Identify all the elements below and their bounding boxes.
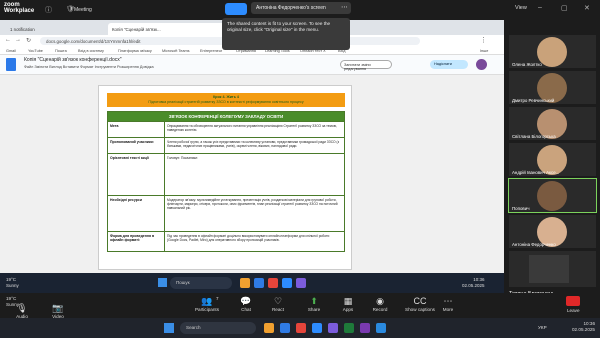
table-row: Необхідні ресурси Модератор зв'язку: мул… bbox=[108, 195, 344, 231]
windows-icon[interactable] bbox=[158, 278, 167, 287]
participant-tile-speaking[interactable]: Попович bbox=[508, 178, 597, 213]
telegram-icon[interactable] bbox=[376, 323, 386, 333]
taskbar-search-input[interactable]: Search bbox=[180, 322, 256, 334]
doc-page: Крок 4. Жить 4 Підготовка реалізації стр… bbox=[98, 85, 352, 270]
reload-icon[interactable]: ↻ bbox=[26, 37, 31, 44]
file-explorer-icon[interactable] bbox=[264, 323, 274, 333]
table-row: Пропонований учасники: Члени робочої гру… bbox=[108, 137, 344, 153]
bookmark-item[interactable]: Gmail bbox=[6, 49, 16, 53]
doc-menu[interactable]: Файл Змінити Вигляд Вставити Формат Інст… bbox=[24, 65, 154, 69]
forward-icon[interactable]: → bbox=[15, 37, 21, 43]
edge-icon[interactable] bbox=[254, 278, 264, 288]
tab-doc[interactable]: Копія "Сценарій зв'язк... bbox=[108, 23, 226, 35]
excel-icon[interactable] bbox=[344, 323, 354, 333]
inner-clock: 10:36 02.05.2025 bbox=[462, 277, 485, 288]
share-banner[interactable]: Антоніна Федорченко's screen ⋯ bbox=[251, 2, 351, 14]
bookmark-item[interactable]: Entrepreneur bbox=[200, 49, 222, 53]
back-icon[interactable]: ← bbox=[5, 37, 11, 43]
more-icon: ⋯ bbox=[443, 296, 453, 306]
participants-button[interactable]: 👥 Participants bbox=[184, 295, 230, 312]
minimize-icon[interactable]: – bbox=[538, 4, 542, 11]
inner-search-input[interactable]: Пошук bbox=[170, 277, 232, 289]
inner-weather: 19°C Sunny bbox=[6, 277, 19, 288]
maximize-icon[interactable]: ▢ bbox=[561, 4, 568, 12]
inner-taskbar: 19°C Sunny Пошук 10:36 02.05.2025 bbox=[0, 273, 504, 293]
folder-icon[interactable] bbox=[240, 278, 250, 288]
participant-tile[interactable]: Світлана Білогорська bbox=[509, 107, 596, 140]
self-video-tile[interactable] bbox=[509, 251, 596, 287]
meeting-label[interactable]: Meeting bbox=[74, 7, 92, 13]
more-icon[interactable]: ⋯ bbox=[341, 3, 348, 11]
screen-share-icon[interactable] bbox=[225, 3, 247, 15]
teams-icon[interactable] bbox=[296, 278, 306, 288]
participant-name: Олена Жолтко bbox=[512, 62, 542, 67]
heart-icon: ♡ bbox=[273, 296, 283, 306]
bookmark-item[interactable]: Інше bbox=[480, 49, 488, 53]
zoom-top-bar: zoom Workplace ⓘ 🛡 Meeting Антоніна Федо… bbox=[0, 0, 600, 20]
zoom-app-icon[interactable] bbox=[312, 323, 322, 333]
participant-name: Світлана Білогорська bbox=[512, 134, 556, 139]
record-button[interactable]: ◉ Record bbox=[360, 295, 400, 312]
start-icon[interactable] bbox=[164, 323, 174, 333]
taskbar-clock[interactable]: 10:36 02.05.2025 bbox=[572, 321, 595, 333]
participant-name: Дмитро Ревчинський bbox=[512, 98, 555, 103]
participant-count: 7 bbox=[216, 296, 219, 301]
doc-share-button[interactable]: Надіслати bbox=[430, 60, 468, 69]
zoom-icon[interactable] bbox=[282, 278, 292, 288]
close-icon[interactable]: ✕ bbox=[584, 4, 590, 12]
teams-icon[interactable] bbox=[328, 323, 338, 333]
bookmark-item[interactable]: Платформа зв'язку bbox=[118, 49, 152, 53]
camera-icon: 📷 bbox=[52, 303, 64, 313]
self-video bbox=[529, 255, 569, 283]
docs-header: Копія "Сценарій зв'язок конференції.docx… bbox=[0, 55, 504, 75]
participant-name: Попович bbox=[512, 206, 530, 211]
participant-tile[interactable]: Андрій Іванович Аксе... bbox=[509, 143, 596, 176]
react-button[interactable]: ♡ React bbox=[258, 295, 298, 312]
avatar[interactable] bbox=[476, 59, 487, 70]
participant-video bbox=[537, 181, 567, 211]
table-header: ЗВ'ЯЗОК КОНФЕРЕНЦІЇ КОЛЕГІУМУ ЗАКЛАДУ ОС… bbox=[108, 112, 344, 121]
zoom-toolbar: 19°C Sunny 🎙 Audio 📷 Video 👥 Participant… bbox=[0, 293, 600, 319]
windows-taskbar: Search УКР 10:36 02.05.2025 bbox=[0, 318, 600, 338]
request-edit-button[interactable]: Запитати зміни редагування bbox=[340, 60, 392, 71]
doc-banner: Крок 4. Жить 4 Підготовка реалізації стр… bbox=[107, 93, 345, 107]
more-button[interactable]: ⋯ More bbox=[428, 295, 468, 312]
record-icon: ◉ bbox=[376, 296, 384, 306]
participant-tile[interactable]: Олена Жолтко bbox=[509, 35, 596, 68]
video-button[interactable]: 📷 Video bbox=[38, 302, 78, 319]
participant-tile[interactable]: Дмитро Ревчинський bbox=[509, 71, 596, 104]
microphone-icon: 🎙 bbox=[16, 303, 28, 313]
table-row: Орієнтовні тексті акції Головує: Показни… bbox=[108, 153, 344, 195]
bookmark-item[interactable]: Пошта bbox=[55, 49, 67, 53]
participant-gallery: Олена Жолтко Дмитро Ревчинський Світлана… bbox=[505, 20, 600, 297]
view-label[interactable]: View bbox=[515, 5, 527, 11]
leave-button[interactable]: Leave bbox=[567, 308, 580, 313]
zoom-window: zoom Workplace ⓘ 🛡 Meeting Антоніна Федо… bbox=[0, 0, 600, 338]
people-icon: 👥 bbox=[201, 296, 213, 306]
participant-name: Антоніна Федорченко bbox=[512, 242, 556, 247]
fit-screen-tooltip: The shared content is fit to your screen… bbox=[222, 18, 350, 50]
menu-icon[interactable]: ⋮ bbox=[480, 36, 487, 44]
chrome-icon[interactable] bbox=[296, 323, 306, 333]
doc-table: ЗВ'ЯЗОК КОНФЕРЕНЦІЇ КОЛЕГІУМУ ЗАКЛАДУ ОС… bbox=[107, 111, 345, 252]
bookmark-item[interactable]: YouTube bbox=[28, 49, 43, 53]
language-indicator[interactable]: УКР bbox=[538, 325, 547, 330]
doc-title[interactable]: Копія "Сценарій зв'язок конференції.docx… bbox=[24, 57, 122, 63]
zoom-logo: zoom Workplace bbox=[4, 2, 35, 14]
viber-icon[interactable] bbox=[360, 323, 370, 333]
docs-icon bbox=[6, 58, 16, 71]
bookmark-item[interactable]: Microsoft Teams bbox=[162, 49, 190, 53]
bookmark-item[interactable]: Вхід в систему bbox=[78, 49, 104, 53]
audio-button[interactable]: 🎙 Audio bbox=[2, 302, 42, 319]
info-icon[interactable]: ⓘ bbox=[45, 5, 52, 15]
participant-name: Андрій Іванович Аксе... bbox=[512, 170, 560, 175]
leave-icon[interactable] bbox=[566, 296, 580, 306]
shared-screen: 1 notification Копія "Сценарій зв'язк...… bbox=[0, 20, 504, 293]
table-row: Мета Опрацювання та обговорення актуальн… bbox=[108, 121, 344, 137]
table-row: Форма для проведення в офлайн форматі: П… bbox=[108, 231, 344, 251]
edge-icon[interactable] bbox=[280, 323, 290, 333]
participant-tile[interactable]: Антоніна Федорченко bbox=[509, 215, 596, 248]
chrome-icon[interactable] bbox=[268, 278, 278, 288]
tab-notification[interactable]: 1 notification bbox=[6, 23, 66, 35]
